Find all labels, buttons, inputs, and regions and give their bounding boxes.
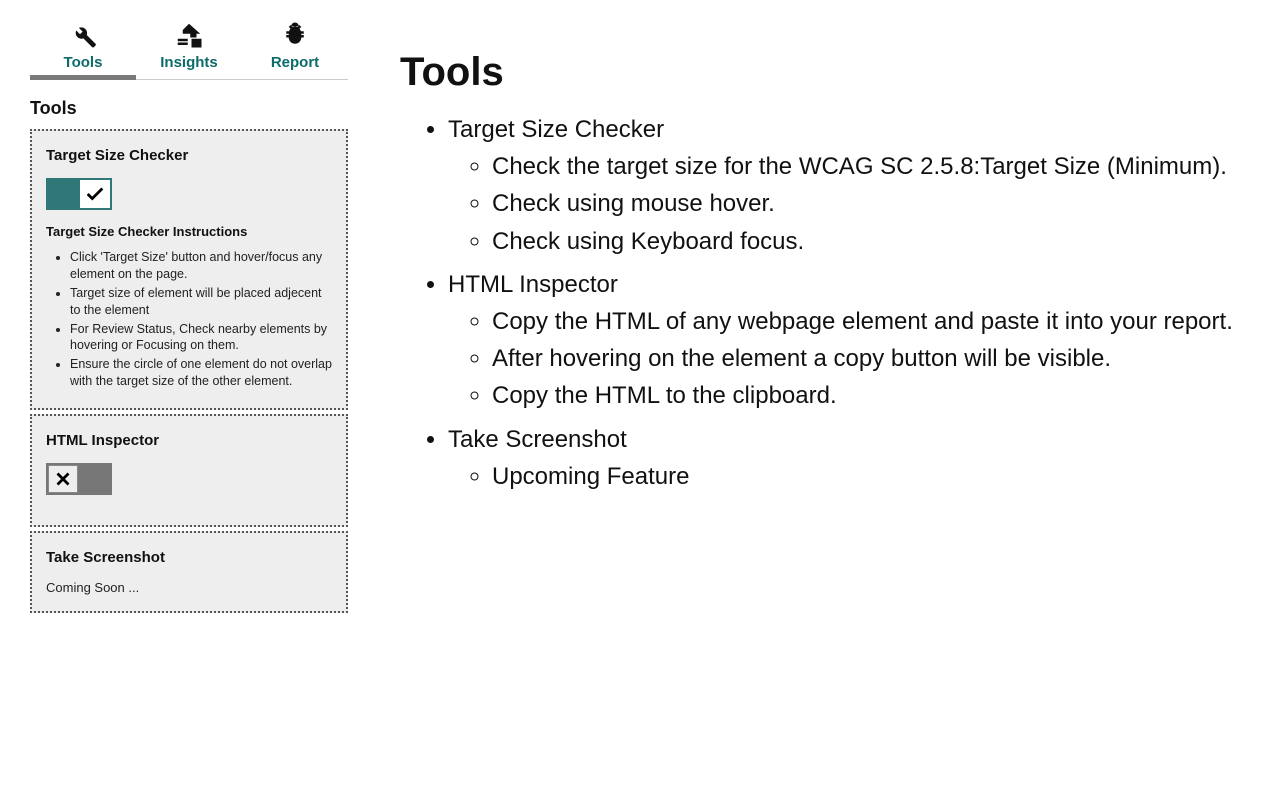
toggle-knob-check-icon <box>80 180 110 208</box>
instruction-item: Ensure the circle of one element do not … <box>70 356 332 390</box>
panel-title: Tools <box>30 98 348 119</box>
doc-subitem: Check using Keyboard focus. <box>492 223 1240 260</box>
doc-subitem: Upcoming Feature <box>492 458 1240 495</box>
target-size-instructions-list: Click 'Target Size' button and hover/foc… <box>46 249 332 390</box>
doc-item-take-screenshot: Take Screenshot Upcoming Feature <box>448 421 1240 495</box>
tabs-bar: Tools Insights Report <box>30 20 348 80</box>
doc-list: Target Size Checker Check the target siz… <box>400 111 1240 495</box>
doc-item-label: Target Size Checker <box>448 116 664 143</box>
doc-item-label: HTML Inspector <box>448 271 618 298</box>
doc-subitem: Copy the HTML to the clipboard. <box>492 377 1240 414</box>
tab-tools-label: Tools <box>64 54 103 71</box>
card-html-inspector-title: HTML Inspector <box>46 432 332 449</box>
doc-subitem: After hovering on the element a copy but… <box>492 340 1240 377</box>
doc-item-label: Take Screenshot <box>448 426 627 453</box>
card-target-size-title: Target Size Checker <box>46 147 332 164</box>
doc-subitem: Copy the HTML of any webpage element and… <box>492 303 1240 340</box>
tab-insights-label: Insights <box>160 54 218 71</box>
tab-insights[interactable]: Insights <box>136 20 242 79</box>
card-html-inspector: HTML Inspector <box>30 414 348 527</box>
card-take-screenshot: Take Screenshot Coming Soon ... <box>30 531 348 613</box>
wrench-icon <box>30 20 136 50</box>
doc-sublist: Copy the HTML of any webpage element and… <box>448 303 1240 415</box>
card-target-size: Target Size Checker Target Size Checker … <box>30 129 348 410</box>
doc-item-html-inspector: HTML Inspector Copy the HTML of any webp… <box>448 266 1240 415</box>
instruction-item: Click 'Target Size' button and hover/foc… <box>70 249 332 283</box>
screenshot-status: Coming Soon ... <box>46 580 332 595</box>
tab-report-label: Report <box>271 54 319 71</box>
bug-icon <box>242 20 348 50</box>
doc-subitem: Check using mouse hover. <box>492 185 1240 222</box>
doc-sublist: Check the target size for the WCAG SC 2.… <box>448 148 1240 260</box>
left-panel: Tools Insights Report Tools Target Size … <box>0 0 360 800</box>
doc-heading: Tools <box>400 50 1240 95</box>
doc-subitem: Check the target size for the WCAG SC 2.… <box>492 148 1240 185</box>
target-size-instructions-title: Target Size Checker Instructions <box>46 224 332 239</box>
instruction-item: Target size of element will be placed ad… <box>70 285 332 319</box>
doc-sublist: Upcoming Feature <box>448 458 1240 495</box>
right-panel: Tools Target Size Checker Check the targ… <box>360 0 1280 800</box>
doc-item-target-size: Target Size Checker Check the target siz… <box>448 111 1240 260</box>
instruction-item: For Review Status, Check nearby elements… <box>70 321 332 355</box>
tab-report[interactable]: Report <box>242 20 348 79</box>
tab-tools[interactable]: Tools <box>30 20 136 79</box>
toggle-html-inspector[interactable] <box>46 463 112 495</box>
card-take-screenshot-title: Take Screenshot <box>46 549 332 566</box>
toggle-knob-x-icon <box>48 465 78 493</box>
home-devices-icon <box>136 20 242 50</box>
toggle-target-size[interactable] <box>46 178 112 210</box>
